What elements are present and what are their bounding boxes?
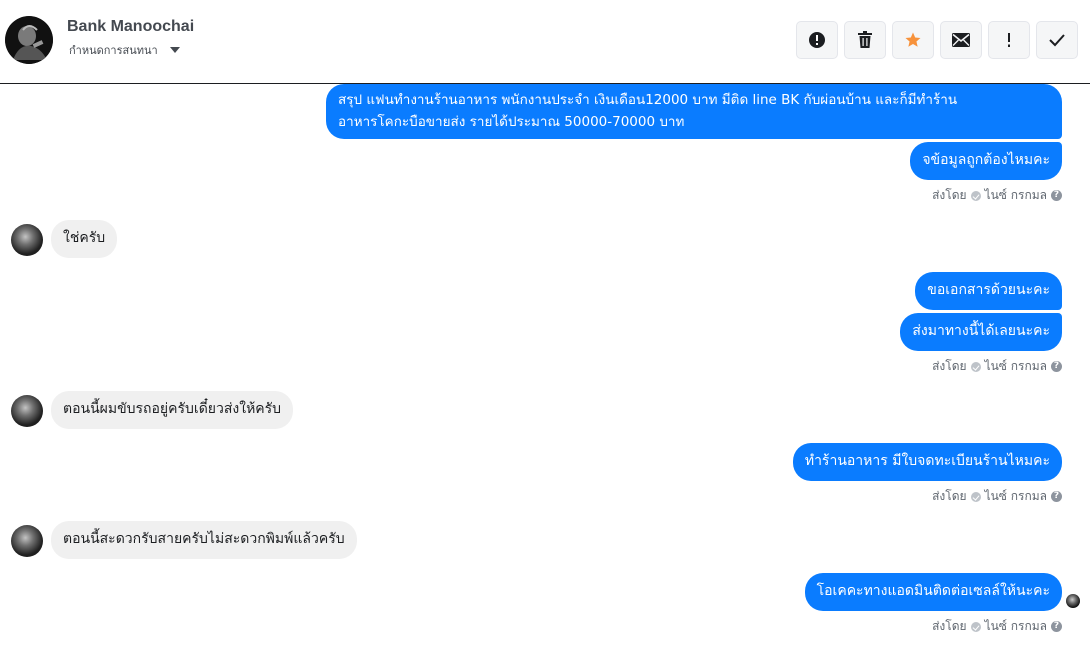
assign-label: กำหนดการสนทนา (69, 44, 158, 57)
alert-circle-icon (809, 32, 825, 48)
incoming-message: ใช่ครับ (51, 220, 118, 258)
verified-icon (970, 491, 981, 502)
outgoing-message: ขอเอกสารด้วยนะคะ (915, 272, 1062, 310)
message-text: ตอนนี้สะดวกรับสายครับไม่สะดวกพิมพ์แล้วคร… (63, 531, 345, 547)
verified-icon (970, 361, 981, 372)
caret-down-icon (169, 47, 180, 53)
seen-indicator-avatar (1066, 594, 1080, 608)
follow-up-button[interactable] (988, 21, 1030, 59)
incoming-message: ตอนนี้ผมขับรถอยู่ครับเดี๋ยวส่งให้ครับ (51, 391, 294, 429)
conversation-header: Bank Manoochai กำหนดการสนทนา (0, 0, 1090, 84)
agent-name: ไนซ์ กรกมล (984, 619, 1047, 633)
delete-button[interactable] (844, 21, 886, 59)
help-icon[interactable]: ? (1051, 361, 1062, 372)
outgoing-message: สรุป แฟนทำงานร้านอาหาร พนักงานประจำ เงิน… (326, 84, 1062, 139)
verified-icon (970, 190, 981, 201)
outgoing-message: ส่งมาทางนี้ได้เลยนะคะ (900, 313, 1062, 351)
message-text-line: สรุป แฟนทำงานร้านอาหาร พนักงานประจำ เงิน… (338, 92, 958, 108)
sent-by-label: ส่งโดย (932, 359, 967, 373)
help-icon[interactable]: ? (1051, 491, 1062, 502)
mark-done-button[interactable] (1036, 21, 1078, 59)
sent-by-info: ส่งโดย ไนซ์ กรกมล ? (932, 357, 1062, 376)
sent-by-label: ส่งโดย (932, 188, 967, 202)
sent-by-label: ส่งโดย (932, 619, 967, 633)
outgoing-message: ทำร้านอาหาร มีใบจดทะเบียนร้านไหมคะ (792, 443, 1062, 481)
check-icon (1049, 34, 1065, 47)
incoming-message: ตอนนี้สะดวกรับสายครับไม่สะดวกพิมพ์แล้วคร… (51, 521, 357, 559)
exclamation-icon (1008, 33, 1010, 47)
mail-icon (952, 33, 970, 47)
outgoing-message: โอเคคะทางแอดมินติดต่อเซลล์ให้นะคะ (804, 573, 1062, 611)
header-actions (796, 21, 1078, 59)
sender-avatar (11, 224, 43, 256)
message-text: ส่งมาทางนี้ได้เลยนะคะ (912, 323, 1050, 339)
trash-icon (858, 31, 872, 48)
agent-name: ไนซ์ กรกมล (984, 359, 1047, 373)
message-text: จข้อมูลถูกต้องไหมคะ (922, 152, 1050, 168)
message-text: ทำร้านอาหาร มีใบจดทะเบียนร้านไหมคะ (804, 453, 1050, 469)
message-text: ตอนนี้ผมขับรถอยู่ครับเดี๋ยวส่งให้ครับ (63, 401, 282, 417)
outgoing-message: จข้อมูลถูกต้องไหมคะ (910, 142, 1062, 180)
assign-conversation-dropdown[interactable]: กำหนดการสนทนา (69, 41, 180, 59)
mark-unread-button[interactable] (940, 21, 982, 59)
contact-name: Bank Manoochai (67, 18, 195, 35)
star-icon (905, 32, 921, 47)
verified-icon (970, 621, 981, 632)
sent-by-info: ส่งโดย ไนซ์ กรกมล ? (932, 186, 1062, 205)
message-text: โอเคคะทางแอดมินติดต่อเซลล์ให้นะคะ (816, 583, 1050, 599)
sender-avatar (11, 525, 43, 557)
sent-by-info: ส่งโดย ไนซ์ กรกมล ? (932, 487, 1062, 506)
help-icon[interactable]: ? (1051, 190, 1062, 201)
contact-avatar[interactable] (5, 16, 53, 64)
agent-name: ไนซ์ กรกมล (984, 188, 1047, 202)
message-text: ขอเอกสารด้วยนะคะ (927, 282, 1050, 298)
sent-by-info: ส่งโดย ไนซ์ กรกมล ? (932, 617, 1062, 636)
message-text-line: อาหารโคกะบือขายส่ง รายได้ประมาณ 50000-70… (338, 114, 685, 130)
sender-avatar (11, 395, 43, 427)
agent-name: ไนซ์ กรกมล (984, 489, 1047, 503)
message-text: ใช่ครับ (63, 230, 106, 246)
star-button[interactable] (892, 21, 934, 59)
sent-by-label: ส่งโดย (932, 489, 967, 503)
mark-spam-button[interactable] (796, 21, 838, 59)
help-icon[interactable]: ? (1051, 621, 1062, 632)
